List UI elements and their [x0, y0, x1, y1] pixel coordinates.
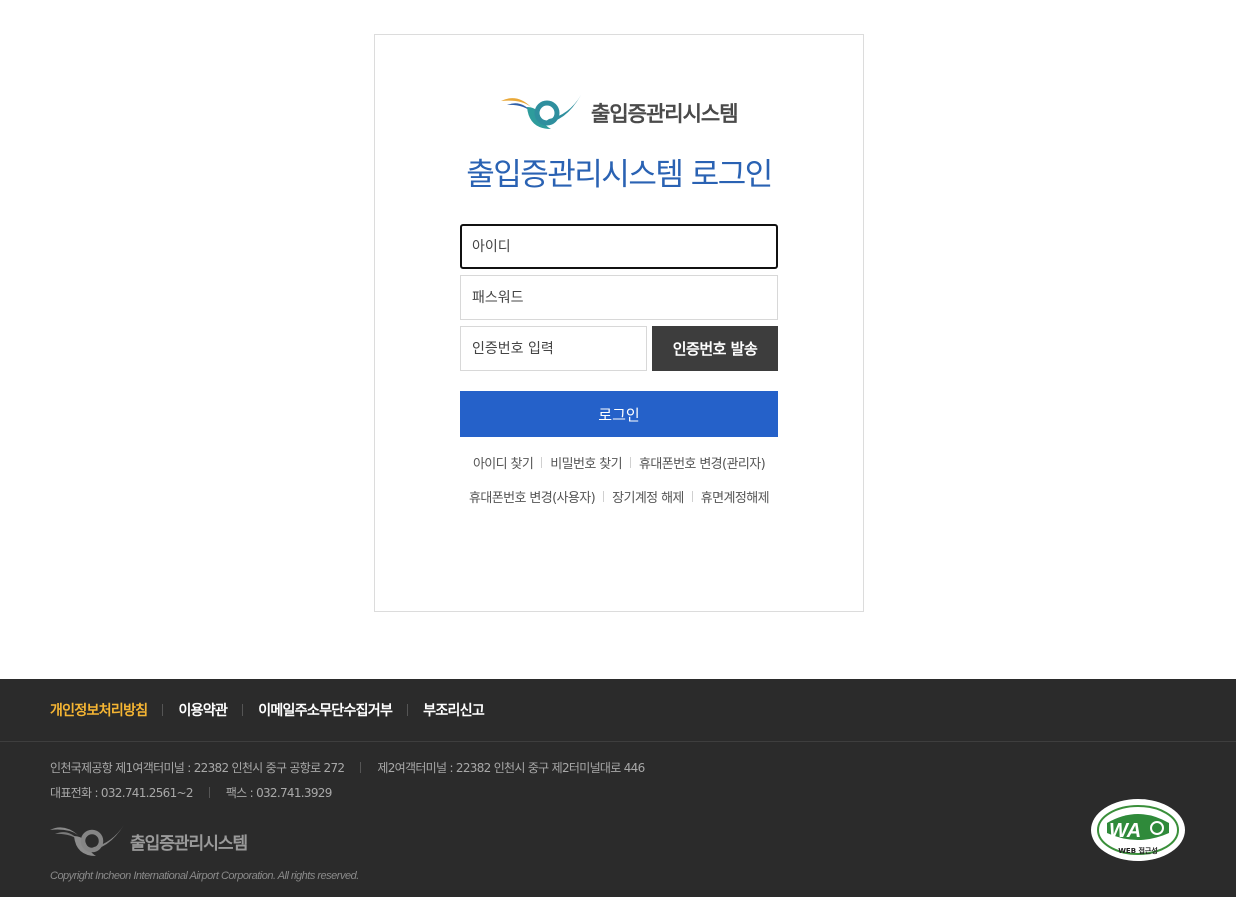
- link-divider: [629, 457, 631, 468]
- send-code-button[interactable]: 인증번호 발송: [652, 326, 778, 371]
- login-button[interactable]: 로그인: [460, 391, 778, 437]
- footer-address: 인천국제공항 제1여객터미널 : 22382 인천시 중구 공항로 272 제2…: [50, 759, 645, 776]
- address-terminal-2: 제2여객터미널 : 22382 인천시 중구 제2터미널대로 446: [377, 761, 645, 775]
- footer-nav-divider: [242, 704, 244, 716]
- link-divider: [541, 457, 543, 468]
- footer-info-divider: [208, 787, 210, 798]
- page: 출입증관리시스템 출입증관리시스템 로그인 인증번호 발송 로그인 아이디 찾기…: [0, 0, 1236, 897]
- footer-nav: 개인정보처리방침 이용약관 이메일주소무단수집거부 부조리신고: [50, 699, 485, 721]
- fax-number: 팩스 : 032.741.3929: [225, 786, 333, 800]
- change-phone-user-link[interactable]: 휴대폰번호 변경(사용자): [469, 487, 596, 506]
- account-links-row1: 아이디 찾기 비밀번호 찾기 휴대폰번호 변경(관리자): [375, 453, 863, 472]
- password-input[interactable]: [460, 275, 778, 320]
- copyright: Copyright Incheon International Airport …: [50, 870, 359, 882]
- release-long-term-account-link[interactable]: 장기계정 해제: [612, 487, 684, 506]
- phone-number: 대표전화 : 032.741.2561~2: [50, 786, 194, 800]
- footer: 개인정보처리방침 이용약관 이메일주소무단수집거부 부조리신고 인천국제공항 제…: [0, 679, 1236, 897]
- link-divider: [691, 491, 693, 502]
- footer-info-divider: [360, 762, 362, 773]
- footer-logo-text: 출입증관리시스템: [130, 833, 248, 854]
- login-card: 출입증관리시스템 출입증관리시스템 로그인 인증번호 발송 로그인 아이디 찾기…: [374, 34, 864, 612]
- corruption-report-link[interactable]: 부조리신고: [423, 700, 485, 720]
- address-terminal-1: 인천국제공항 제1여객터미널 : 22382 인천시 중구 공항로 272: [50, 761, 345, 775]
- footer-contact: 대표전화 : 032.741.2561~2 팩스 : 032.741.3929: [50, 784, 332, 801]
- badge-caption: WEB 접근성: [1118, 846, 1158, 855]
- id-input[interactable]: [460, 224, 778, 269]
- find-password-link[interactable]: 비밀번호 찾기: [550, 453, 622, 472]
- link-divider: [603, 491, 605, 502]
- logo: 출입증관리시스템: [499, 93, 739, 133]
- privacy-policy-link[interactable]: 개인정보처리방침: [50, 700, 148, 720]
- release-dormant-account-link[interactable]: 휴면계정해제: [701, 487, 770, 506]
- find-id-link[interactable]: 아이디 찾기: [473, 453, 534, 472]
- badge-wa-text: WA: [1109, 820, 1141, 842]
- page-title: 출입증관리시스템 로그인: [466, 157, 773, 193]
- change-phone-admin-link[interactable]: 휴대폰번호 변경(관리자): [639, 453, 766, 472]
- logo-text: 출입증관리시스템: [591, 102, 739, 126]
- footer-logo: 출입증관리시스템: [48, 823, 248, 859]
- email-collection-refusal-link[interactable]: 이메일주소무단수집거부: [258, 700, 393, 720]
- footer-nav-divider: [162, 704, 164, 716]
- footer-divider: [0, 741, 1236, 742]
- account-links-row2: 휴대폰번호 변경(사용자) 장기계정 해제 휴면계정해제: [375, 487, 863, 506]
- web-accessibility-badge-icon: WA WEB 접근성: [1091, 799, 1185, 861]
- verification-code-input[interactable]: [460, 326, 647, 371]
- airport-swoosh-logo-icon: [501, 95, 581, 129]
- airport-swoosh-logo-icon: [50, 825, 124, 856]
- footer-nav-divider: [407, 704, 409, 716]
- terms-link[interactable]: 이용약관: [178, 700, 227, 720]
